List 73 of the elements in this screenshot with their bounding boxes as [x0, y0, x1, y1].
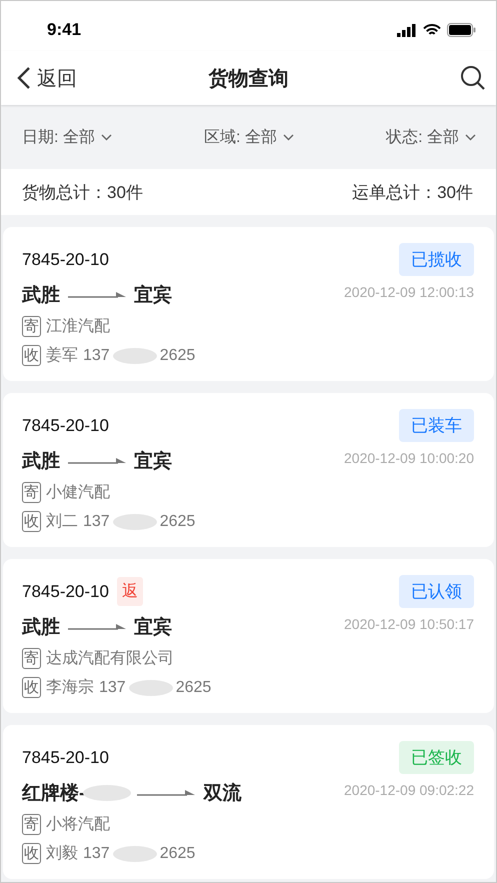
signal-icon — [397, 24, 417, 36]
status-tag: 已揽收 — [399, 243, 474, 276]
arrow-icon — [68, 456, 126, 466]
phone-start: 137 — [99, 678, 126, 696]
search-button[interactable] — [460, 65, 486, 91]
receiver-mark: 收 — [22, 345, 41, 366]
sender-name: 达成汽配有限公司 — [46, 648, 174, 669]
order-number: 7845-20-10 — [22, 416, 109, 436]
destination-place: 宜宾 — [134, 616, 172, 640]
arrow-icon — [137, 788, 196, 798]
arrow-icon — [68, 290, 126, 300]
order-card[interactable]: 7845-20-10 返 已认领 武胜 宜宾 2020-12-09 10:50:17 寄 达成汽配有限公司 收 李海宗 137 2625 — [3, 559, 494, 713]
phone-start: 137 — [83, 512, 110, 530]
receiver-mark: 收 — [22, 511, 41, 532]
search-icon — [460, 65, 486, 91]
order-time: 2020-12-09 10:50:17 — [344, 616, 474, 632]
receiver-mark: 收 — [22, 677, 41, 698]
wifi-icon — [423, 24, 441, 36]
order-time: 2020-12-09 12:00:13 — [344, 284, 474, 300]
blurred-area — [112, 844, 157, 862]
receiver-name: 姜军 — [46, 345, 78, 366]
chevron-down-icon — [282, 134, 294, 140]
arrow-icon — [68, 622, 126, 632]
return-tag: 返 — [116, 577, 143, 606]
order-card[interactable]: 7845-20-10 已装车 武胜 宜宾 2020-12-09 10:00:20 寄 小健汽配 收 刘二 137 2625 — [3, 393, 494, 547]
blurred-area — [112, 512, 157, 530]
battery-icon — [447, 23, 476, 37]
phone-end: 2625 — [176, 678, 212, 696]
destination-place: 双流 — [203, 782, 242, 806]
sender-name: 江淮汽配 — [46, 316, 110, 337]
blurred-area — [128, 678, 173, 696]
chevron-down-icon — [100, 134, 112, 140]
status-tag: 已装车 — [399, 409, 474, 442]
back-button[interactable]: 返回 — [17, 64, 77, 92]
status-time: 9:41 — [47, 20, 82, 40]
waybill-total: 运单总计：30件 — [352, 182, 473, 204]
order-time: 2020-12-09 10:00:20 — [344, 450, 474, 466]
back-icon — [17, 66, 31, 90]
page-title: 货物查询 — [208, 66, 288, 92]
phone-end: 2625 — [160, 346, 196, 364]
goods-total: 货物总计：30件 — [22, 182, 143, 204]
sender-name: 小健汽配 — [46, 482, 110, 503]
phone-end: 2625 — [160, 512, 196, 530]
phone-start: 137 — [83, 346, 110, 364]
filter-dropdown[interactable]: 区域: 全部 — [204, 126, 294, 148]
blurred-area — [83, 784, 132, 802]
origin-place: 武胜 — [22, 284, 60, 308]
sender-mark: 寄 — [22, 316, 41, 337]
destination-place: 宜宾 — [134, 284, 172, 308]
receiver-mark: 收 — [22, 843, 41, 864]
origin-place: 武胜 — [22, 616, 60, 640]
receiver-name: 刘毅 — [46, 844, 78, 864]
order-card[interactable]: 7845-20-10 已揽收 武胜 宜宾 2020-12-09 12:00:13 寄 江淮汽配 收 姜军 137 2625 — [3, 227, 494, 381]
status-tag: 已签收 — [399, 741, 474, 774]
blurred-area — [112, 346, 157, 364]
order-time: 2020-12-09 09:02:22 — [344, 782, 474, 798]
phone-start: 137 — [83, 844, 110, 862]
filter-dropdown[interactable]: 日期: 全部 — [22, 126, 112, 148]
sender-name: 小将汽配 — [46, 814, 110, 835]
sender-mark: 寄 — [22, 648, 41, 669]
status-tag: 已认领 — [399, 575, 474, 608]
phone-end: 2625 — [160, 844, 196, 862]
sender-mark: 寄 — [22, 482, 41, 503]
destination-place: 宜宾 — [134, 450, 172, 474]
sender-mark: 寄 — [22, 814, 41, 835]
order-number: 7845-20-10 — [22, 748, 109, 768]
order-number: 7845-20-10 — [22, 582, 109, 602]
order-number: 7845-20-10 — [22, 250, 109, 270]
receiver-name: 刘二 — [46, 512, 78, 532]
receiver-name: 李海宗 — [46, 678, 94, 698]
origin-place: 武胜 — [22, 450, 60, 474]
chevron-down-icon — [464, 134, 476, 140]
filter-dropdown[interactable]: 状态: 全部 — [386, 126, 476, 148]
